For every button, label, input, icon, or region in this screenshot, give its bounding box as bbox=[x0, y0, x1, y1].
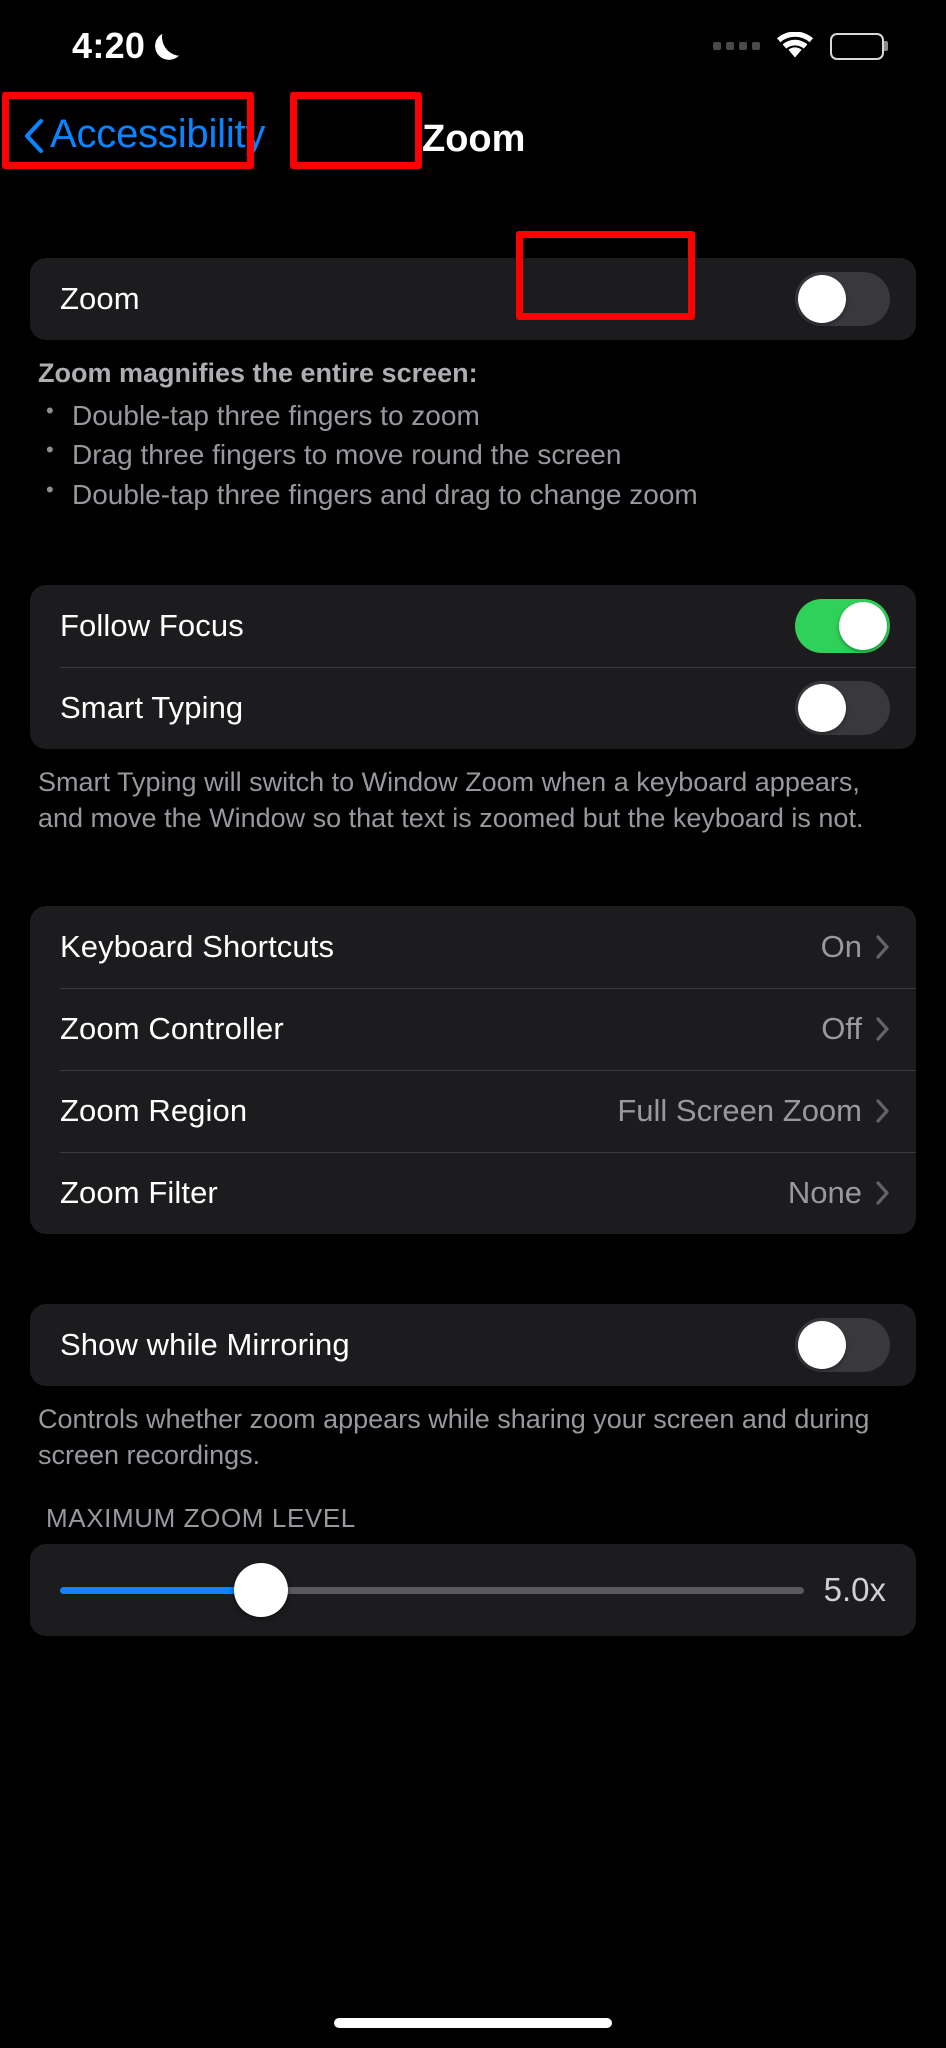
status-bar-left: 4:20 bbox=[72, 25, 183, 67]
zoom-description-bullets: Double-tap three fingers to zoom Drag th… bbox=[38, 395, 908, 515]
list-item: Double-tap three fingers to zoom bbox=[38, 395, 908, 436]
list-item: Drag three fingers to move round the scr… bbox=[38, 434, 908, 475]
row-zoom-label: Zoom bbox=[60, 281, 140, 316]
back-button-label: Accessibility bbox=[50, 112, 266, 156]
max-zoom-level-group: 5.0x bbox=[30, 1544, 916, 1637]
slider-knob[interactable] bbox=[233, 1563, 288, 1618]
zoom-toggle[interactable] bbox=[795, 272, 890, 326]
row-zoom-controller-label: Zoom Controller bbox=[60, 1011, 284, 1047]
max-zoom-level-header: MAXIMUM ZOOM LEVEL bbox=[46, 1503, 356, 1534]
chevron-left-icon bbox=[24, 118, 44, 153]
zoom-options-group: Keyboard Shortcuts On Zoom Controller Of… bbox=[30, 906, 916, 1235]
row-show-while-mirroring-label: Show while Mirroring bbox=[60, 1327, 350, 1363]
chevron-right-icon bbox=[876, 1017, 890, 1041]
settings-content: Zoom Zoom magnifies the entire screen: D… bbox=[0, 188, 946, 1637]
follow-focus-toggle[interactable] bbox=[795, 598, 890, 653]
row-zoom-region[interactable]: Zoom Region Full Screen Zoom bbox=[30, 1070, 916, 1152]
smart-typing-footer: Smart Typing will switch to Window Zoom … bbox=[38, 766, 864, 833]
chevron-right-icon bbox=[876, 1099, 890, 1123]
chevron-right-icon bbox=[876, 1181, 890, 1205]
max-zoom-level-value: 5.0x bbox=[823, 1571, 886, 1609]
zoom-description-title: Zoom magnifies the entire screen: bbox=[38, 358, 478, 388]
smart-typing-toggle[interactable] bbox=[795, 680, 890, 735]
zoom-toggle-group: Zoom bbox=[30, 258, 916, 340]
status-bar-right bbox=[713, 32, 884, 60]
row-follow-focus-label: Follow Focus bbox=[60, 607, 244, 643]
row-keyboard-shortcuts-value: On bbox=[820, 929, 862, 965]
moon-icon bbox=[155, 32, 183, 60]
home-indicator[interactable] bbox=[334, 2018, 612, 2028]
row-smart-typing[interactable]: Smart Typing bbox=[30, 666, 916, 749]
toggle-knob bbox=[798, 683, 846, 732]
row-keyboard-shortcuts[interactable]: Keyboard Shortcuts On bbox=[30, 906, 916, 988]
row-zoom-controller-value: Off bbox=[821, 1011, 862, 1047]
toggle-knob bbox=[839, 601, 887, 650]
back-button-accessibility[interactable]: Accessibility bbox=[14, 100, 281, 169]
status-bar: 4:20 bbox=[0, 0, 946, 92]
max-zoom-slider[interactable] bbox=[60, 1563, 804, 1618]
toggle-knob bbox=[798, 275, 846, 323]
row-show-while-mirroring[interactable]: Show while Mirroring bbox=[30, 1304, 916, 1386]
focus-group: Follow Focus Smart Typing bbox=[30, 584, 916, 749]
row-zoom[interactable]: Zoom bbox=[30, 258, 916, 340]
row-zoom-filter[interactable]: Zoom Filter None bbox=[30, 1152, 916, 1234]
row-zoom-region-value: Full Screen Zoom bbox=[617, 1093, 862, 1129]
row-keyboard-shortcuts-label: Keyboard Shortcuts bbox=[60, 929, 335, 965]
zoom-description: Zoom magnifies the entire screen: Double… bbox=[38, 356, 908, 515]
row-zoom-filter-label: Zoom Filter bbox=[60, 1175, 218, 1211]
row-zoom-controller[interactable]: Zoom Controller Off bbox=[30, 988, 916, 1070]
iphone-screen: 4:20 Accessibility Zoom Zoom Zoom magnif… bbox=[0, 0, 946, 2048]
max-zoom-slider-wrap: 5.0x bbox=[60, 1563, 886, 1618]
chevron-right-icon bbox=[876, 935, 890, 959]
row-smart-typing-label: Smart Typing bbox=[60, 689, 244, 725]
wifi-icon bbox=[776, 32, 814, 60]
slider-track-fill bbox=[60, 1586, 261, 1594]
show-while-mirroring-toggle[interactable] bbox=[795, 1318, 890, 1373]
signal-dots-icon bbox=[713, 42, 760, 50]
list-item: Double-tap three fingers and drag to cha… bbox=[38, 474, 908, 515]
mirroring-footer: Controls whether zoom appears while shar… bbox=[38, 1404, 870, 1470]
toggle-knob bbox=[798, 1321, 846, 1370]
row-zoom-filter-value: None bbox=[787, 1175, 862, 1211]
mirroring-group: Show while Mirroring bbox=[30, 1304, 916, 1387]
battery-icon bbox=[830, 32, 884, 60]
page-title: Zoom bbox=[422, 118, 526, 160]
navigation-bar: Accessibility Zoom bbox=[0, 92, 946, 188]
row-zoom-region-label: Zoom Region bbox=[60, 1093, 248, 1129]
row-follow-focus[interactable]: Follow Focus bbox=[30, 585, 916, 667]
status-bar-clock: 4:20 bbox=[72, 25, 146, 66]
